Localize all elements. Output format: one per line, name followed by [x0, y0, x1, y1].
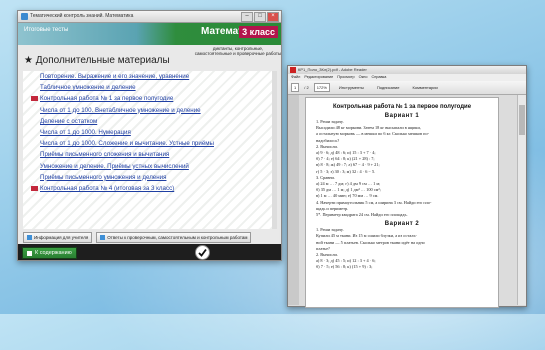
- list-item[interactable]: Приёмы письменного умножения и деления: [23, 172, 277, 183]
- list-item[interactable]: Деление с остатком: [23, 116, 277, 127]
- pdf-menubar: Файл Редактирование Просмотр Окно Справк…: [288, 74, 526, 81]
- text-line: 5*. Периметр квадрата 24 см. Найди его п…: [316, 212, 408, 218]
- app-icon: [21, 13, 28, 20]
- checkmark-icon[interactable]: [195, 245, 210, 260]
- comments-button[interactable]: Комментарии: [409, 83, 442, 93]
- tools-button[interactable]: Инструменты: [335, 83, 368, 93]
- pdf-titlebar: КР1_Поло_3Кл(2).pdf - Adobe Reader: [288, 66, 526, 74]
- section-title: Дополнительные материалы: [35, 55, 170, 66]
- list-item[interactable]: Контрольная работа № 1 за первое полугод…: [23, 93, 277, 104]
- adobe-icon: [290, 67, 296, 73]
- menu-file[interactable]: Файл: [291, 74, 300, 81]
- close-button[interactable]: ×: [267, 12, 279, 22]
- menu-view[interactable]: Просмотр: [337, 74, 354, 81]
- maximize-button[interactable]: □: [254, 12, 266, 22]
- pdf-toolbar: 1 / 2 172% Инструменты Подписание Коммен…: [288, 81, 526, 95]
- pdf-viewer-window: КР1_Поло_3Кл(2).pdf - Adobe Reader Файл …: [287, 65, 527, 308]
- doc-title: Контрольная работа № 1 за первое полугод…: [332, 104, 472, 110]
- list-item[interactable]: Числа от 1 до 100. Внетабличное умножени…: [23, 105, 277, 116]
- list-item[interactable]: Повторение. Выражение и его значение, ур…: [23, 71, 277, 82]
- to-contents-button[interactable]: К содержанию: [22, 247, 77, 259]
- page-number-input[interactable]: 1: [291, 83, 300, 92]
- header-banner: Итоговые тесты Математика 3 класс: [18, 23, 281, 45]
- list-item[interactable]: Табличное умножение и деление: [23, 82, 277, 93]
- answers-button[interactable]: Ответы к проверочным, самостоятельным и …: [96, 232, 252, 243]
- materials-list: Повторение. Выражение и его значение, ур…: [23, 71, 277, 229]
- list-item[interactable]: Умножение и деление. Приёмы устных вычис…: [23, 161, 277, 172]
- zoom-select[interactable]: 172%: [313, 83, 330, 92]
- variant-1-text: 1. Реши задачу. Высадили 48 кг моркови. З…: [306, 119, 498, 218]
- pdf-scrollbar[interactable]: [517, 95, 526, 305]
- pdf-title-text: КР1_Поло_3Кл(2).pdf - Adobe Reader: [298, 67, 367, 72]
- pdf-page: Контрольная работа № 1 за первое полугод…: [305, 97, 499, 308]
- document-icon: [100, 235, 106, 240]
- info-icon: [27, 235, 32, 240]
- bottom-buttons: Информация для учителя Ответы к провероч…: [23, 232, 252, 243]
- app-title-text: Тематический контроль знаний. Математика: [30, 13, 134, 19]
- text-line: б) 7 · 5; е) 56 : 8; к) (15 + 9) : 3;: [316, 264, 373, 270]
- list-item[interactable]: Числа от 1 до 1000. Сложение и вычитание…: [23, 138, 277, 149]
- teacher-info-button[interactable]: Информация для учителя: [23, 232, 93, 243]
- list-item[interactable]: Контрольная работа № 4 (итоговая за 3 кл…: [23, 183, 277, 194]
- grade-badge: 3 класс: [239, 26, 278, 38]
- navigation-pane[interactable]: [288, 95, 299, 305]
- category-label[interactable]: Итоговые тесты: [24, 27, 68, 33]
- list-item[interactable]: Числа от 1 до 1000. Нумерация: [23, 127, 277, 138]
- list-scrollbar[interactable]: [272, 71, 277, 229]
- window-controls: – □ ×: [241, 12, 279, 22]
- star-icon: ★: [24, 55, 33, 66]
- sign-button[interactable]: Подписание: [373, 83, 404, 93]
- variant-2-text: 1. Реши задачу. Купили 45 м ткани. Из 15 …: [306, 227, 498, 270]
- page-total: / 2: [304, 85, 309, 90]
- arrow-left-icon: [27, 250, 32, 256]
- list-item[interactable]: Приёмы письменного сложения и вычитания: [23, 149, 277, 160]
- minimize-button[interactable]: –: [241, 12, 253, 22]
- menu-help[interactable]: Справка: [371, 74, 386, 81]
- menu-edit[interactable]: Редактирование: [304, 74, 333, 81]
- app-window: Тематический контроль знаний. Математика…: [17, 10, 282, 261]
- footer-bar: К содержанию: [18, 244, 281, 260]
- section-heading: ★ Дополнительные материалы: [24, 55, 170, 66]
- scroll-thumb[interactable]: [519, 105, 525, 135]
- app-titlebar: Тематический контроль знаний. Математика…: [18, 11, 281, 23]
- subtitle: диктанты, контрольные, самостоятельные и…: [194, 46, 282, 56]
- menu-window[interactable]: Окно: [359, 74, 368, 81]
